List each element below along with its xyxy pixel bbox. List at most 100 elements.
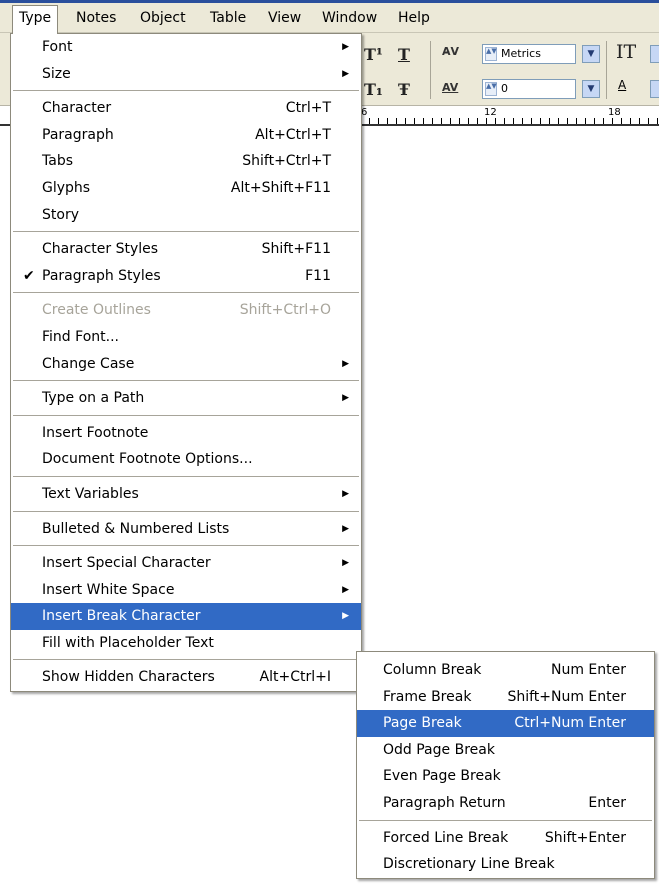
menu-item-tabs[interactable]: Tabs Shift+Ctrl+T xyxy=(11,148,361,175)
menu-item-label: Even Page Break xyxy=(383,768,501,785)
menu-bar: Type Notes Object Table View Window Help xyxy=(0,0,659,34)
menu-item-label: Frame Break xyxy=(383,688,472,705)
menu-item-document-footnote-options[interactable]: Document Footnote Options... xyxy=(11,446,361,473)
menu-separator xyxy=(11,508,361,516)
menu-item-type-on-a-path[interactable]: Type on a Path ▶ xyxy=(11,385,361,412)
menu-item-shortcut: Alt+Ctrl+T xyxy=(255,126,331,143)
submenu-arrow-icon: ▶ xyxy=(342,611,349,622)
menu-item-column-break[interactable]: Column Break Num Enter xyxy=(357,657,654,684)
menu-item-even-page-break[interactable]: Even Page Break xyxy=(357,763,654,790)
menu-item-label: Paragraph xyxy=(42,126,114,143)
menu-item-show-hidden-characters[interactable]: Show Hidden Characters Alt+Ctrl+I xyxy=(11,664,361,691)
tracking-icon: A̵V xyxy=(442,45,460,58)
menu-item-insert-special-character[interactable]: Insert Special Character ▶ xyxy=(11,550,361,577)
menu-item-label: Type on a Path xyxy=(42,390,145,407)
menu-item-insert-white-space[interactable]: Insert White Space ▶ xyxy=(11,577,361,604)
menu-table[interactable]: Table xyxy=(204,6,252,30)
menu-type[interactable]: Type xyxy=(12,5,59,34)
vertical-scale-spinner[interactable] xyxy=(650,45,659,63)
menu-separator xyxy=(11,473,361,481)
menu-item-discretionary-line-break[interactable]: Discretionary Line Break xyxy=(357,851,654,878)
menu-item-label: Change Case xyxy=(42,355,135,372)
ruler-mark-12: 12 xyxy=(484,107,497,118)
superscript-button[interactable]: T¹ xyxy=(364,45,383,64)
vertical-scale-icon: IT xyxy=(616,41,637,63)
menu-item-label: Forced Line Break xyxy=(383,829,509,846)
menu-item-label: Create Outlines xyxy=(42,302,151,319)
menu-item-change-case[interactable]: Change Case ▶ xyxy=(11,351,361,378)
type-menu: Font ▶ Size ▶ Character Ctrl+T Paragraph Alt+Ct… xyxy=(10,33,362,693)
menu-item-label: Tabs xyxy=(42,153,73,170)
menu-item-label: Find Font... xyxy=(42,328,119,345)
menu-item-label: Size xyxy=(42,65,71,82)
menu-item-label: Fill with Placeholder Text xyxy=(42,634,214,651)
kerning-field[interactable]: ▲▼ 0 xyxy=(482,79,576,99)
menu-item-shortcut: Shift+Ctrl+O xyxy=(239,302,331,319)
menu-item-text-variables[interactable]: Text Variables ▶ xyxy=(11,481,361,508)
submenu-arrow-icon: ▶ xyxy=(342,584,349,595)
menu-item-odd-page-break[interactable]: Odd Page Break xyxy=(357,737,654,764)
subscript-button[interactable]: T₁ xyxy=(364,80,383,99)
menu-item-label: Page Break xyxy=(383,715,462,732)
menu-separator xyxy=(11,542,361,550)
menu-item-label: Story xyxy=(42,206,79,223)
menu-item-character[interactable]: Character Ctrl+T xyxy=(11,95,361,122)
menu-item-forced-line-break[interactable]: Forced Line Break Shift+Enter xyxy=(357,825,654,852)
menu-item-font[interactable]: Font ▶ xyxy=(11,34,361,61)
menu-view[interactable]: View xyxy=(262,6,307,30)
menu-item-label: Insert Special Character xyxy=(42,555,211,572)
underline-button[interactable]: T xyxy=(398,45,410,64)
menu-object[interactable]: Object xyxy=(134,6,192,30)
menu-item-label: Odd Page Break xyxy=(383,741,495,758)
toolbar-divider xyxy=(430,41,431,99)
checkmark-icon: ✔ xyxy=(23,267,35,284)
menu-item-paragraph[interactable]: Paragraph Alt+Ctrl+T xyxy=(11,122,361,149)
menu-item-label: Glyphs xyxy=(42,179,91,196)
menu-item-find-font[interactable]: Find Font... xyxy=(11,324,361,351)
menu-item-label: Document Footnote Options... xyxy=(42,451,253,468)
insert-break-submenu: Column Break Num Enter Frame Break Shift+Nu… xyxy=(356,651,655,879)
menu-separator xyxy=(11,87,361,95)
menu-item-label: Show Hidden Characters xyxy=(42,669,215,686)
menu-separator xyxy=(11,412,361,420)
toolbar-divider-2 xyxy=(606,41,607,99)
strikethrough-button[interactable]: Ŧ xyxy=(398,80,410,99)
tracking-value: Metrics xyxy=(501,47,541,60)
menu-separator xyxy=(11,228,361,236)
menu-item-story[interactable]: Story xyxy=(11,202,361,229)
submenu-arrow-icon: ▶ xyxy=(342,523,349,534)
menu-separator xyxy=(357,817,654,825)
menu-item-shortcut: Ctrl+T xyxy=(285,100,331,117)
menu-item-character-styles[interactable]: Character Styles Shift+F11 xyxy=(11,236,361,263)
menu-item-size[interactable]: Size ▶ xyxy=(11,61,361,88)
menu-item-label: Paragraph Styles xyxy=(42,267,161,284)
menu-item-fill-with-placeholder-text[interactable]: Fill with Placeholder Text xyxy=(11,630,361,657)
menu-help[interactable]: Help xyxy=(392,6,436,30)
kerning-dropdown[interactable]: ▼ xyxy=(582,80,600,98)
menu-item-shortcut: Shift+Num Enter xyxy=(507,688,626,705)
menu-item-frame-break[interactable]: Frame Break Shift+Num Enter xyxy=(357,684,654,711)
menu-item-paragraph-styles[interactable]: ✔ Paragraph Styles F11 xyxy=(11,263,361,290)
menu-item-insert-break-character[interactable]: Insert Break Character ▶ xyxy=(11,603,361,630)
menu-item-page-break[interactable]: Page Break Ctrl+Num Enter xyxy=(357,710,654,737)
menu-item-label: Insert Break Character xyxy=(42,608,201,625)
menu-separator xyxy=(11,377,361,385)
baseline-shift-spinner[interactable] xyxy=(650,80,659,98)
menu-notes[interactable]: Notes xyxy=(70,6,122,30)
menu-window[interactable]: Window xyxy=(316,6,383,30)
submenu-arrow-icon: ▶ xyxy=(342,42,349,52)
window-title-strip xyxy=(0,0,659,3)
menu-item-bulleted-numbered-lists[interactable]: Bulleted & Numbered Lists ▶ xyxy=(11,516,361,543)
tracking-dropdown[interactable]: ▼ xyxy=(582,45,600,63)
tracking-field[interactable]: ▲▼ Metrics xyxy=(482,44,576,64)
menu-item-paragraph-return[interactable]: Paragraph Return Enter xyxy=(357,790,654,817)
menu-item-insert-footnote[interactable]: Insert Footnote xyxy=(11,420,361,447)
menu-item-shortcut: Alt+Ctrl+I xyxy=(259,669,331,686)
menu-item-label: Font xyxy=(42,39,73,55)
tracking-spinner[interactable]: ▲▼ xyxy=(485,47,497,61)
menu-item-glyphs[interactable]: Glyphs Alt+Shift+F11 xyxy=(11,175,361,202)
menu-item-shortcut: Shift+Ctrl+T xyxy=(242,153,331,170)
kerning-icon: AV xyxy=(442,81,459,94)
kerning-spinner[interactable]: ▲▼ xyxy=(485,82,497,96)
menu-item-label: Discretionary Line Break xyxy=(383,856,555,873)
